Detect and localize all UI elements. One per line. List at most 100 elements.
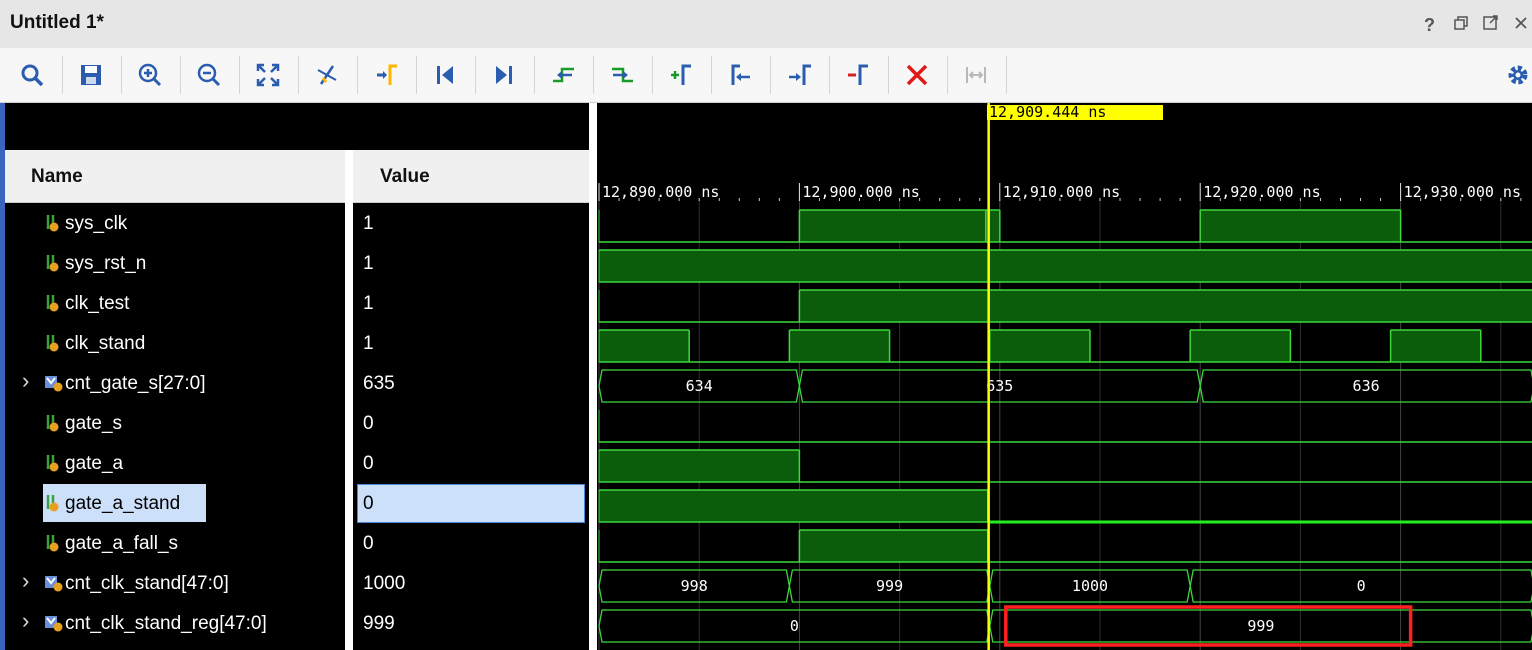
help-icon: ? <box>1424 15 1435 34</box>
toolbar-separator <box>298 56 299 94</box>
signal-value: 0 <box>363 453 374 474</box>
signal-value: 1 <box>363 293 374 314</box>
toolbar-separator <box>593 56 594 94</box>
delete-marker-button[interactable] <box>839 56 877 94</box>
zoom-fit-button[interactable] <box>249 56 287 94</box>
toolbar-separator <box>180 56 181 94</box>
signal-value: 635 <box>363 373 395 394</box>
zoom-in-icon <box>138 63 162 87</box>
signal-row[interactable]: sys_rst_n <box>5 244 345 284</box>
go-to-last-time-button[interactable] <box>485 56 523 94</box>
name-column-header[interactable]: Name <box>5 150 345 203</box>
toolbar-separator <box>770 56 771 94</box>
settings-gear-icon <box>1508 65 1528 85</box>
wire-signal-icon <box>46 295 59 312</box>
expand-chevron-icon[interactable]: › <box>22 368 29 394</box>
signal-value: 0 <box>363 493 374 514</box>
previous-transition-button[interactable] <box>544 56 582 94</box>
signal-row[interactable]: gate_a_stand <box>5 484 345 524</box>
selected-value-highlight <box>357 484 585 523</box>
zoom-fit-icon <box>256 63 280 87</box>
zoom-in-button[interactable] <box>131 56 169 94</box>
signal-row[interactable]: › cnt_clk_stand[47:0] <box>5 564 345 604</box>
next-marker-button[interactable] <box>780 56 818 94</box>
waveform-canvas[interactable]: 12,890.000 ns 12,900.000 ns 12,910.000 ns 1… <box>597 103 1532 650</box>
expand-chevron-icon[interactable]: › <box>22 608 29 634</box>
wire-signal-icon <box>46 215 59 232</box>
signal-row[interactable]: gate_a <box>5 444 345 484</box>
value-header-label: Value <box>380 166 430 187</box>
delete-all-markers-icon <box>906 64 928 86</box>
toolbar-separator <box>416 56 417 94</box>
previous-marker-button[interactable] <box>721 56 759 94</box>
name-header-label: Name <box>31 166 83 187</box>
swap-cursors-icon <box>377 64 397 85</box>
go-to-last-time-icon <box>496 66 512 84</box>
close-icon <box>1515 17 1527 29</box>
signal-name: cnt_clk_stand[47:0] <box>65 573 229 594</box>
signal-name: gate_a <box>65 453 124 474</box>
signal-high-fill <box>989 330 1090 362</box>
snap-to-transition-icon <box>966 67 986 83</box>
snap-to-transition-button[interactable] <box>957 56 995 94</box>
signal-value: 0 <box>363 413 374 434</box>
toolbar-separator <box>357 56 358 94</box>
toolbar-separator <box>534 56 535 94</box>
toolbar-separator <box>711 56 712 94</box>
swap-cursors-button[interactable] <box>367 56 405 94</box>
signal-high-fill <box>799 210 986 242</box>
signal-name: clk_test <box>65 293 130 314</box>
signal-row[interactable]: › cnt_clk_stand_reg[47:0] <box>5 604 345 644</box>
go-to-time-0-button[interactable] <box>426 56 464 94</box>
add-marker-icon <box>671 64 691 85</box>
signal-name: cnt_gate_s[27:0] <box>65 373 206 394</box>
signal-high-fill <box>599 450 800 482</box>
bus-value-label: 0 <box>790 617 799 635</box>
signal-high-fill <box>789 330 890 362</box>
signal-row[interactable]: gate_a_fall_s <box>5 524 345 564</box>
toolbar-separator <box>829 56 830 94</box>
search-button[interactable] <box>13 56 51 94</box>
previous-transition-icon <box>553 67 574 83</box>
delete-all-markers-button[interactable] <box>898 56 936 94</box>
signal-high-fill <box>799 530 988 562</box>
toolbar-separator <box>62 56 63 94</box>
signal-value: 1 <box>363 333 374 354</box>
bus-value-label: 635 <box>986 377 1013 395</box>
bus-signal-icon <box>45 376 63 392</box>
title-bar: Untitled 1* ? <box>0 0 1532 48</box>
signal-row[interactable]: gate_s <box>5 404 345 444</box>
value-column-header[interactable]: Value <box>353 150 589 203</box>
signal-name: sys_clk <box>65 213 128 234</box>
signal-value: 999 <box>363 613 395 634</box>
ruler-tick-label: 12,890.000 ns <box>602 183 719 201</box>
maximize-icon <box>1483 15 1498 30</box>
expand-chevron-icon[interactable]: › <box>22 568 29 594</box>
go-to-cursor-icon <box>317 65 337 85</box>
waveform-divider[interactable] <box>589 103 597 650</box>
signal-high-fill <box>1190 330 1291 362</box>
save-button[interactable] <box>72 56 110 94</box>
signal-row[interactable]: clk_test <box>5 284 345 324</box>
zoom-out-button[interactable] <box>190 56 228 94</box>
bus-value-label: 634 <box>686 377 713 395</box>
signal-row[interactable]: › cnt_gate_s[27:0] <box>5 364 345 404</box>
go-to-cursor-button[interactable] <box>308 56 346 94</box>
waveform-toolbar <box>0 48 1532 103</box>
signal-high-fill <box>1390 330 1481 362</box>
window-controls-icons[interactable]: ? <box>1422 14 1532 35</box>
signal-row[interactable]: sys_clk <box>5 204 345 244</box>
column-divider[interactable] <box>345 150 353 650</box>
signal-name: gate_a_stand <box>65 493 181 514</box>
next-marker-icon <box>789 64 811 85</box>
save-icon <box>81 65 101 85</box>
signal-row[interactable]: clk_stand <box>5 324 345 364</box>
signal-value: 1 <box>363 253 374 274</box>
restore-icon <box>1454 16 1468 30</box>
annotation-highlight-box <box>1004 605 1413 647</box>
add-marker-button[interactable] <box>662 56 700 94</box>
bus-signal-icon <box>45 616 63 632</box>
wire-signal-icon <box>46 535 59 552</box>
next-transition-button[interactable] <box>603 56 641 94</box>
settings-button[interactable] <box>1505 56 1532 94</box>
